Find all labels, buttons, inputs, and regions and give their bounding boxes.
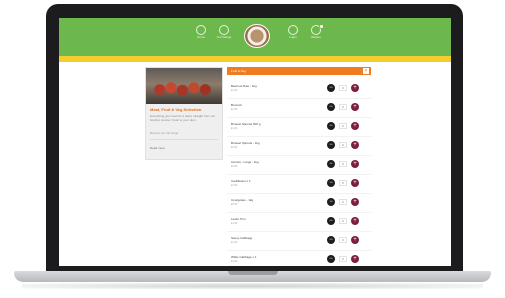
decrease-button[interactable]: − (327, 160, 335, 168)
nav-item-home[interactable]: Home (189, 25, 213, 49)
increase-button[interactable]: + (351, 179, 359, 187)
quantity-field[interactable]: 0 (339, 85, 347, 91)
range-icon (219, 25, 229, 35)
product-price: £2.50 (231, 203, 238, 206)
product-name: Leeks Trim (231, 217, 246, 221)
product-name: Savoy Cabbage (231, 236, 253, 240)
user-icon (288, 25, 298, 35)
close-icon[interactable]: × (363, 68, 369, 74)
home-icon (196, 25, 206, 35)
product-panel: Fruit & Veg × Beetroot Raw - 1kg £1.20−0 +… (227, 67, 371, 266)
decrease-button[interactable]: − (327, 122, 335, 130)
decrease-button[interactable]: − (327, 103, 335, 111)
quantity-field[interactable]: 0 (339, 199, 347, 205)
increase-button[interactable]: + (351, 84, 359, 92)
card-divider (150, 139, 218, 140)
product-name: Brussel Sprouts 500 g (231, 122, 261, 126)
panel-title: Fruit & Veg (231, 69, 246, 73)
product-price: £1.20 (231, 89, 238, 92)
product-row: Brussel Sprouts 500 g £1.20 −0 + (227, 118, 371, 137)
decrease-button[interactable]: − (327, 84, 335, 92)
product-name: Courgettes - 1kg (231, 198, 254, 202)
product-list: Beetroot Raw - 1kg £1.20−0 + Broccoli £1.00−… (227, 80, 371, 266)
product-price: £1.00 (231, 108, 238, 111)
product-row: Courgettes - 1kg £2.50 −0 + (227, 194, 371, 213)
read-more-link[interactable]: Read more (150, 146, 220, 150)
quantity-field[interactable]: 0 (339, 256, 347, 262)
product-row: Brussel Sprouts - 1kg £2.00 −0 + (227, 137, 371, 156)
product-price: £1.00 (231, 260, 238, 263)
product-row: Savoy Cabbage £1.20 −0 + (227, 232, 371, 251)
nav-item-basket[interactable]: Basket (304, 24, 328, 49)
decrease-button[interactable]: − (327, 198, 335, 206)
increase-button[interactable]: + (351, 255, 359, 263)
increase-button[interactable]: + (351, 217, 359, 225)
product-row: Beetroot Raw - 1kg £1.20 −0 + (227, 80, 371, 99)
site-header: Home Our Range Login Basket (59, 18, 451, 56)
quantity-field[interactable]: 0 (339, 218, 347, 224)
site-logo[interactable] (244, 24, 270, 48)
increase-button[interactable]: + (351, 160, 359, 168)
panel-header: Fruit & Veg × (227, 67, 371, 75)
product-price: £1.50 (231, 184, 238, 187)
product-name: Cauliflower x 1 (231, 179, 251, 183)
decrease-button[interactable]: − (327, 236, 335, 244)
decrease-button[interactable]: − (327, 217, 335, 225)
product-name: Carrots - Large - 1kg (231, 160, 259, 164)
quantity-field[interactable]: 0 (339, 237, 347, 243)
increase-button[interactable]: + (351, 236, 359, 244)
kebab-photo (146, 68, 222, 104)
quantity-field[interactable]: 0 (339, 123, 347, 129)
product-price: £2.00 (231, 146, 238, 149)
product-price: £1.20 (231, 241, 238, 244)
quantity-field[interactable]: 0 (339, 180, 347, 186)
product-name: Brussel Sprouts - 1kg (231, 141, 260, 145)
increase-button[interactable]: + (351, 122, 359, 130)
product-row: Broccoli £1.00 −0 + (227, 99, 371, 118)
quantity-field[interactable]: 0 (339, 142, 347, 148)
product-row: White Cabbage x 1 £1.00 −0 + (227, 251, 371, 266)
increase-button[interactable]: + (351, 103, 359, 111)
laptop-shadow (22, 283, 483, 289)
nav-item-login[interactable]: Login (281, 25, 305, 49)
increase-button[interactable]: + (351, 141, 359, 149)
product-name: Beetroot Raw - 1kg (231, 84, 257, 88)
quantity-field[interactable]: 0 (339, 104, 347, 110)
decrease-button[interactable]: − (327, 255, 335, 263)
basket-badge (319, 24, 324, 29)
laptop-screen: Home Our Range Login Basket Meat, Fruit … (59, 18, 451, 266)
promo-link[interactable]: Browse our full range (150, 131, 220, 135)
laptop-notch (228, 271, 278, 275)
decrease-button[interactable]: − (327, 179, 335, 187)
promo-description: Everything you need for a feast, straigh… (150, 114, 216, 122)
page-content: Meat, Fruit & Veg Selection Everything y… (59, 62, 451, 266)
product-price: £1.00 (231, 222, 238, 225)
product-price: £0.90 (231, 165, 238, 168)
product-name: Broccoli (231, 103, 242, 107)
promo-card: Meat, Fruit & Veg Selection Everything y… (145, 67, 223, 160)
product-name: White Cabbage x 1 (231, 255, 257, 259)
increase-button[interactable]: + (351, 198, 359, 206)
product-row: Cauliflower x 1 £1.50 −0 + (227, 175, 371, 194)
quantity-field[interactable]: 0 (339, 161, 347, 167)
product-row: Carrots - Large - 1kg £0.90 −0 + (227, 156, 371, 175)
nav-item-range[interactable]: Our Range (212, 25, 236, 49)
promo-title: Meat, Fruit & Veg Selection (150, 107, 202, 112)
product-price: £1.20 (231, 127, 238, 130)
decrease-button[interactable]: − (327, 141, 335, 149)
product-row: Leeks Trim £1.00 −0 + (227, 213, 371, 232)
